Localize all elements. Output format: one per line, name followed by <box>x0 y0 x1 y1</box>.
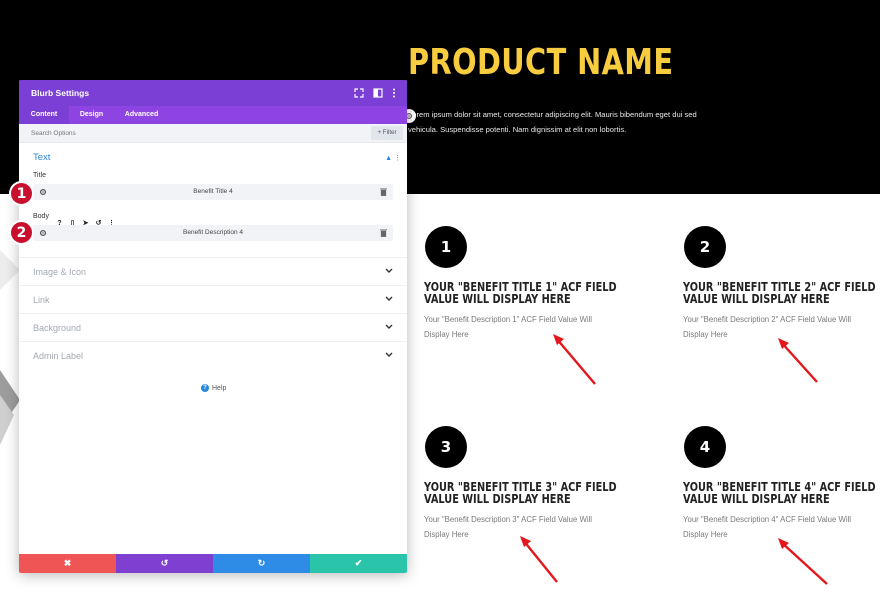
benefit-number-badge: 1 <box>425 226 467 268</box>
annotation-marker: 2 <box>9 220 34 245</box>
save-button[interactable]: ✔ <box>310 554 407 573</box>
toggle-label: Background <box>33 323 82 333</box>
redo-button[interactable]: ↻ <box>213 554 310 573</box>
panel-tabs: Content Design Advanced <box>19 106 407 124</box>
benefit-title: YOUR "BENEFIT TITLE 2" ACF FIELD VALUE W… <box>683 280 876 306</box>
benefit-description: Your "Benefit Description 3" ACF Field V… <box>424 515 593 539</box>
benefit-title-line: VALUE WILL DISPLAY HERE <box>424 291 571 306</box>
chevron-down-icon <box>385 324 393 329</box>
panel-header[interactable]: Blurb Settings <box>19 80 407 106</box>
trash-icon[interactable] <box>380 188 387 196</box>
hero-description: Lorem ipsum dolor sit amet, consectetur … <box>408 110 697 134</box>
toggle-admin-label[interactable]: Admin Label <box>19 341 407 369</box>
panel-footer: ✖ ↺ ↻ ✔ <box>19 554 407 573</box>
more-icon[interactable] <box>389 88 399 98</box>
section-collapse-icons[interactable]: ▲ ⋮ <box>385 154 401 162</box>
toggle-label: Image & Icon <box>33 267 87 277</box>
annotation-arrow <box>778 538 828 585</box>
tab-content[interactable]: Content <box>19 106 69 124</box>
search-row: + Filter <box>19 124 407 143</box>
toggle-label: Link <box>33 295 50 305</box>
benefit-title-line: VALUE WILL DISPLAY HERE <box>683 291 830 306</box>
body-field[interactable]: Benefit Description 4 <box>33 225 393 241</box>
annotation-arrow <box>520 536 558 583</box>
benefit-title: YOUR "BENEFIT TITLE 3" ACF FIELD VALUE W… <box>424 480 617 506</box>
chevron-down-icon <box>385 296 393 301</box>
columns-icon[interactable] <box>373 88 383 98</box>
tab-design[interactable]: Design <box>69 106 114 124</box>
trash-icon[interactable] <box>380 229 387 237</box>
title-field-label: Title <box>33 172 46 179</box>
toggle-background[interactable]: Background <box>19 313 407 341</box>
help-icon: ? <box>201 384 209 392</box>
tab-advanced[interactable]: Advanced <box>114 106 169 124</box>
decorative-shapes <box>0 250 20 445</box>
toggle-link[interactable]: Link <box>19 285 407 313</box>
help-link[interactable]: ? Help <box>201 384 226 392</box>
search-options-input[interactable] <box>31 128 331 139</box>
body-field-value: Benefit Description 4 <box>183 229 243 236</box>
toggle-label: Admin Label <box>33 351 84 361</box>
product-name-heading: PRODUCT NAME <box>408 42 674 83</box>
panel-title: Blurb Settings <box>31 88 90 98</box>
cancel-button[interactable]: ✖ <box>19 554 116 573</box>
undo-button[interactable]: ↺ <box>116 554 213 573</box>
toggle-image-icon[interactable]: Image & Icon <box>19 257 407 285</box>
benefit-title-line: VALUE WILL DISPLAY HERE <box>683 491 830 506</box>
body-field-label: Body <box>33 213 49 220</box>
chevron-down-icon <box>385 268 393 273</box>
benefit-title: YOUR "BENEFIT TITLE 1" ACF FIELD VALUE W… <box>424 280 617 306</box>
title-field-value: Benefit Title 4 <box>193 188 233 195</box>
help-label: Help <box>212 384 227 392</box>
chevron-down-icon <box>385 352 393 357</box>
annotation-marker: 1 <box>9 181 34 206</box>
benefit-number-badge: 4 <box>684 426 726 468</box>
section-title-text[interactable]: Text <box>33 152 50 163</box>
page: PRODUCT NAME Lorem ipsum dolor sit amet,… <box>0 0 880 604</box>
benefit-title: YOUR "BENEFIT TITLE 4" ACF FIELD VALUE W… <box>683 480 876 506</box>
expand-icon[interactable] <box>354 88 364 98</box>
filter-button[interactable]: + Filter <box>371 126 403 140</box>
title-field[interactable]: Benefit Title 4 <box>33 184 393 200</box>
blurb-settings-panel: Blurb Settings Content Design Advanced +… <box>19 80 407 573</box>
annotation-arrow <box>778 338 818 383</box>
annotation-arrow <box>553 334 596 385</box>
benefit-number-badge: 2 <box>684 226 726 268</box>
benefit-title-line: VALUE WILL DISPLAY HERE <box>424 491 571 506</box>
benefit-number-badge: 3 <box>425 426 467 468</box>
